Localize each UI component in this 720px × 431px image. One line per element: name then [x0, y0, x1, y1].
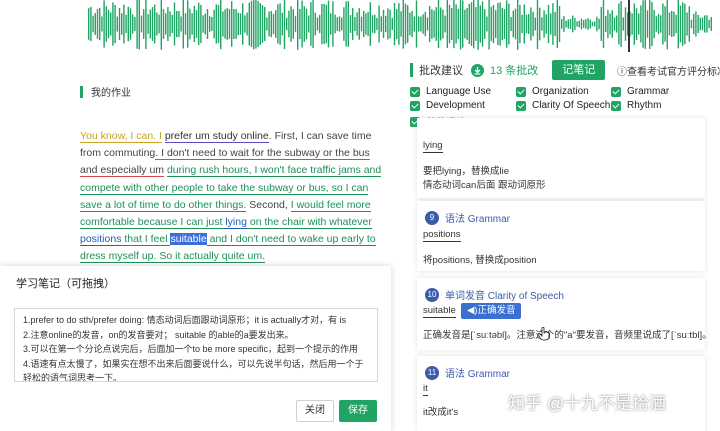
- card-header: 9 语法 Grammar: [425, 210, 510, 225]
- watermark: 知乎 @十九不是拾酒: [508, 394, 666, 413]
- filter-label: Language Use: [426, 86, 492, 97]
- annotated-phrase[interactable]: lying: [225, 216, 247, 230]
- my-work-title: 我的作业: [91, 88, 131, 99]
- card-header: 10 单词发音 Clarity of Speech: [425, 287, 564, 302]
- annotated-phrase[interactable]: that I feel: [121, 233, 171, 247]
- filter-label: Clarity Of Speech: [532, 100, 611, 111]
- filter-rhythm[interactable]: Rhythm: [611, 100, 661, 111]
- section-marker: [410, 63, 413, 77]
- filter-clarity-of-speech[interactable]: Clarity Of Speech: [516, 100, 610, 111]
- hand-cursor-icon: [538, 327, 550, 341]
- filter-grammar[interactable]: Grammar: [611, 86, 669, 97]
- help-icon: ⓘ: [617, 67, 627, 78]
- filter-label: Grammar: [627, 86, 670, 97]
- suggestions-title: 批改建议: [419, 65, 463, 77]
- annotated-phrase[interactable]: You know, I can. I: [80, 130, 162, 143]
- notes-textarea[interactable]: 1.prefer to do sth/prefer doing: 情态动词后面跟…: [14, 308, 378, 382]
- checkbox-checked-icon[interactable]: [611, 100, 621, 111]
- card-number: 10: [425, 287, 439, 302]
- card-category: 语法 Grammar: [445, 369, 510, 380]
- selected-word[interactable]: suitable: [170, 233, 207, 246]
- notes-title: 学习笔记（可拖拽）: [16, 278, 115, 290]
- card-number: 9: [425, 210, 439, 225]
- standards-link[interactable]: ⓘ查看考试官方评分标准: [617, 63, 720, 78]
- take-note-button[interactable]: 记笔记: [552, 60, 606, 80]
- essay-segment: Second,: [246, 198, 291, 211]
- suggestion-detail: 要把lying，替换成lie: [423, 166, 510, 177]
- suggestion-detail: 情态动词can后面 跟动词原形: [423, 180, 546, 191]
- card-category: 语法 Grammar: [445, 214, 510, 225]
- suggestion-detail: it改成it's: [423, 407, 459, 418]
- filter-label: Rhythm: [627, 100, 662, 111]
- checkbox-checked-icon[interactable]: [611, 86, 621, 97]
- filter-language-use[interactable]: Language Use: [410, 86, 491, 97]
- card-header: 11 语法 Grammar: [425, 365, 510, 380]
- correct-pronunciation-button[interactable]: ◀)正确发音: [461, 303, 522, 319]
- essay-text: You know, I can. I prefer um study onlin…: [80, 128, 388, 266]
- section-marker: [80, 85, 83, 98]
- correction-count: 13 条批改: [490, 65, 539, 77]
- playhead[interactable]: [628, 0, 630, 52]
- suggestion-detail: 将positions, 替换成position: [423, 255, 537, 266]
- audio-waveform[interactable]: [0, 0, 720, 52]
- filter-label: Organization: [532, 86, 589, 97]
- close-button[interactable]: 关闭: [296, 400, 334, 422]
- suggestion-word[interactable]: it: [423, 383, 428, 396]
- suggestion-card-10[interactable]: 10 单词发音 Clarity of Speech suitable ◀)正确发音…: [417, 278, 712, 350]
- study-notes-panel[interactable]: 学习笔记（可拖拽） 1.prefer to do sth/prefer doin…: [0, 266, 391, 431]
- my-work-heading: 我的作业: [80, 84, 131, 99]
- standards-link-label: 查看考试官方评分标准: [627, 67, 720, 78]
- suggestions-header: 批改建议 13 条批改 记笔记: [410, 60, 606, 80]
- checkbox-checked-icon[interactable]: [516, 100, 526, 111]
- suggestion-card-9[interactable]: 9 语法 Grammar positions 将positions, 替换成pos…: [417, 201, 705, 271]
- annotated-phrase[interactable]: on the chair with whatever: [246, 216, 372, 230]
- suggestion-word[interactable]: lying: [423, 140, 443, 153]
- suggestion-detail: 正确发音是[ˈsuːtəbl]。注意这个的"a"要发音，音频里说成了[ˈsuːt…: [423, 330, 712, 341]
- filter-organization[interactable]: Organization: [516, 86, 589, 97]
- annotated-phrase[interactable]: positions: [80, 233, 122, 247]
- save-button[interactable]: 保存: [339, 400, 377, 422]
- suggestion-card-8[interactable]: lying 要把lying，替换成lie 情态动词can后面 跟动词原形: [417, 118, 705, 198]
- filter-development[interactable]: Development: [410, 100, 485, 111]
- card-number: 11: [425, 365, 439, 380]
- checkbox-checked-icon[interactable]: [516, 86, 526, 97]
- checkbox-checked-icon[interactable]: [410, 86, 420, 97]
- card-category: 单词发音 Clarity of Speech: [445, 291, 564, 302]
- download-icon[interactable]: [471, 63, 484, 77]
- suggestion-word[interactable]: suitable: [423, 305, 456, 318]
- filter-label: Development: [426, 100, 485, 111]
- checkbox-checked-icon[interactable]: [410, 100, 420, 111]
- annotated-phrase[interactable]: prefer um study online: [164, 130, 269, 143]
- suggestion-word[interactable]: positions: [423, 229, 461, 242]
